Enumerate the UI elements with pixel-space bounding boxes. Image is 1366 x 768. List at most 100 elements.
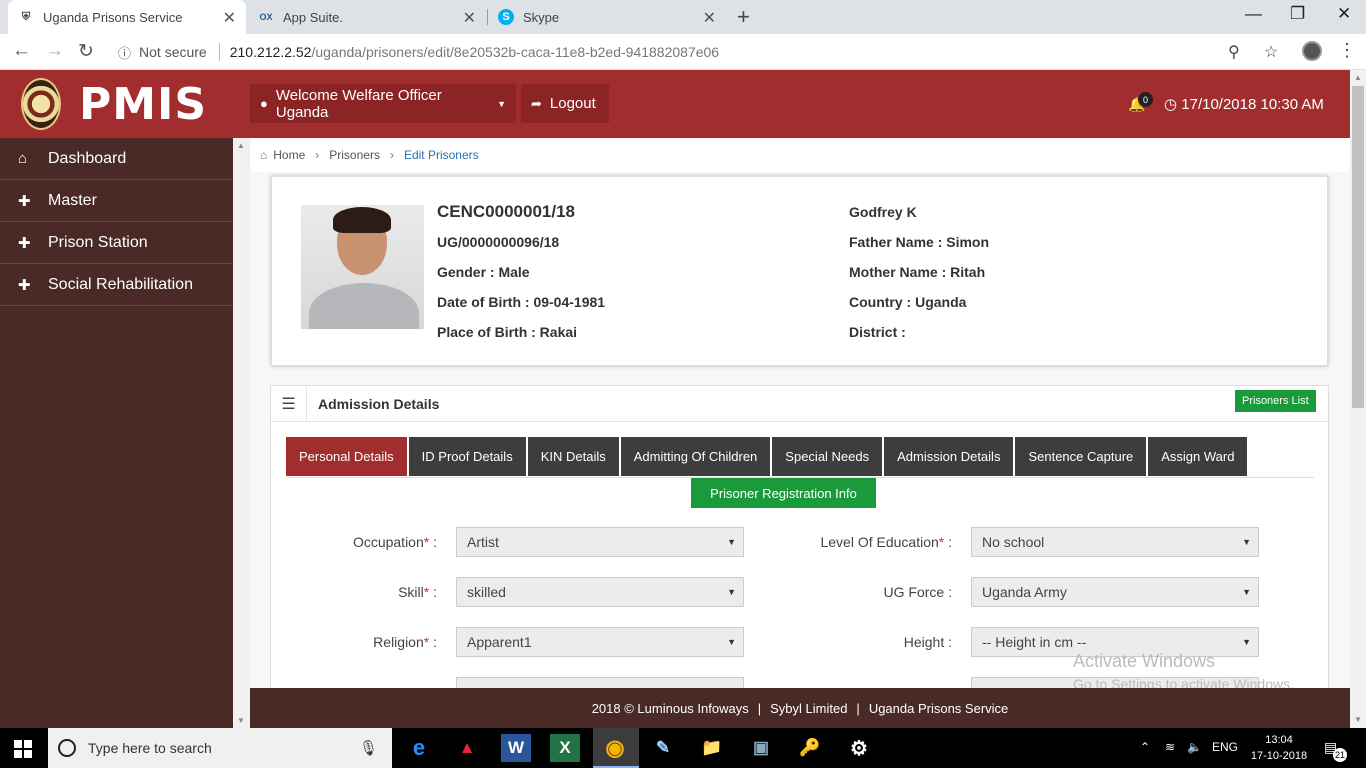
image-viewer-icon[interactable]: ▣ <box>746 734 776 762</box>
close-icon[interactable]: ✕ <box>463 8 476 28</box>
tab-assign-ward[interactable]: Assign Ward <box>1148 437 1248 476</box>
education-label: Level Of Education* : <box>820 534 952 550</box>
settings-gear-icon[interactable]: ⚙ <box>844 734 874 762</box>
occupation-select[interactable]: Artist ▼ <box>456 527 744 557</box>
notification-count-badge: 21 <box>1333 748 1347 762</box>
chrome-icon[interactable]: ◉ <box>600 734 630 762</box>
religion-select[interactable]: Apparent1 ▼ <box>456 627 744 657</box>
back-icon[interactable]: ← <box>12 40 31 62</box>
ug-force-value: Uganda Army <box>982 584 1067 600</box>
info-icon[interactable]: ⓘ <box>118 43 131 62</box>
key-icon[interactable]: 🔑 <box>795 734 825 762</box>
browser-tab-skype[interactable]: S Skype ✕ <box>488 0 726 34</box>
network-icon[interactable]: ≋ <box>1165 740 1175 754</box>
logout-button[interactable]: ➦ Logout <box>521 84 609 123</box>
close-icon[interactable]: ✕ <box>223 8 236 28</box>
page-scrollbar[interactable]: ▲ ▼ <box>1350 70 1366 728</box>
breadcrumb-home[interactable]: Home <box>273 148 305 162</box>
breadcrumb: ⌂ Home › Prisoners › Edit Prisoners <box>250 138 1350 172</box>
close-icon[interactable]: ✕ <box>703 8 716 28</box>
mother-name: Mother Name : Ritah <box>849 264 986 280</box>
brand-name: PMIS <box>79 78 208 130</box>
tab-kin-details[interactable]: KIN Details <box>527 437 619 476</box>
tab-sentence-capture[interactable]: Sentence Capture <box>1015 437 1147 476</box>
taskbar-clock[interactable]: 13:04 17-10-2018 <box>1250 732 1308 764</box>
scroll-down-icon[interactable]: ▼ <box>1354 715 1362 724</box>
browser-tab-bar: ⛨ Uganda Prisons Service ✕ OX App Suite.… <box>0 0 1366 34</box>
caret-down-icon: ▼ <box>727 587 736 597</box>
plus-icon: ✚ <box>18 192 31 210</box>
ug-force-select[interactable]: Uganda Army ▼ <box>971 577 1259 607</box>
tab-admitting-of-children[interactable]: Admitting Of Children <box>620 437 771 476</box>
clock-date: 17-10-2018 <box>1250 750 1308 762</box>
word-icon[interactable]: W <box>501 734 531 762</box>
url-host: 210.212.2.52 <box>229 44 312 60</box>
forward-icon[interactable]: → <box>45 40 64 62</box>
notification-badge: 0 <box>1138 92 1153 107</box>
photo-hair <box>333 207 391 233</box>
footer: 2018 © Luminous Infoways | Sybyl Limited… <box>250 688 1350 728</box>
browser-tab-uganda-prisons[interactable]: ⛨ Uganda Prisons Service ✕ <box>8 0 246 34</box>
scrollbar-thumb[interactable] <box>1352 86 1364 408</box>
watermark-subtitle: Go to Settings to activate Windows. <box>1073 676 1294 688</box>
volume-icon[interactable]: 🔈 <box>1187 740 1202 754</box>
footer-divider: | <box>757 700 762 716</box>
sidebar-item-label: Social Rehabilitation <box>48 275 193 293</box>
prisoner-photo <box>301 205 424 329</box>
plus-icon: ✚ <box>18 234 31 252</box>
url-bar[interactable]: ⓘ Not secure 210.212.2.52 /uganda/prison… <box>108 37 1290 67</box>
maximize-icon[interactable]: ❐ <box>1290 4 1305 24</box>
file-explorer-icon[interactable]: 📁 <box>697 734 727 762</box>
skill-select[interactable]: skilled ▼ <box>456 577 744 607</box>
microphone-icon[interactable]: 🎙 <box>359 739 378 757</box>
sidebar-item-dashboard[interactable]: ⌂ Dashboard <box>0 138 233 180</box>
scroll-down-icon[interactable]: ▼ <box>237 716 245 725</box>
notes-icon[interactable]: ✎ <box>648 734 678 762</box>
tab-admission-details[interactable]: Admission Details <box>884 437 1014 476</box>
tab-personal-details[interactable]: Personal Details <box>286 437 407 476</box>
education-label-text: Level Of Education <box>820 534 939 550</box>
window-close-icon[interactable]: ✕ <box>1337 4 1351 24</box>
key-icon[interactable]: ⚲ <box>1228 42 1240 62</box>
sidebar-item-social-rehabilitation[interactable]: ✚ Social Rehabilitation <box>0 264 233 306</box>
content-scrollbar[interactable]: ▲ ▼ <box>233 138 250 728</box>
breadcrumb-current: Edit Prisoners <box>403 148 479 162</box>
home-icon: ⌂ <box>18 150 28 167</box>
profile-avatar[interactable] <box>1302 41 1322 61</box>
language-indicator[interactable]: ENG <box>1212 740 1238 754</box>
new-tab-button[interactable]: + <box>737 4 750 30</box>
welcome-user-dropdown[interactable]: ● Welcome Welfare Officer Uganda ▼ <box>250 84 516 123</box>
sidebar-item-prison-station[interactable]: ✚ Prison Station <box>0 222 233 264</box>
prisoner-profile-card: CENC0000001/18 UG/0000000096/18 Gender :… <box>271 176 1328 366</box>
chevron-up-icon[interactable]: ⌃ <box>1140 740 1150 754</box>
taskbar-search[interactable]: Type here to search 🎙 <box>48 728 392 768</box>
more-vertical-icon[interactable]: ⋮ <box>1338 40 1356 61</box>
search-placeholder: Type here to search <box>88 740 212 756</box>
windows-start-icon[interactable] <box>14 740 32 758</box>
app-colorful-icon[interactable]: ▲ <box>452 734 482 762</box>
chevron-right-icon: › <box>389 148 394 162</box>
tab-id-proof-details[interactable]: ID Proof Details <box>408 437 526 476</box>
caret-down-icon: ▼ <box>1242 637 1251 647</box>
edge-icon[interactable]: e <box>404 734 434 762</box>
menu-icon[interactable]: ☰ <box>271 386 307 421</box>
education-select[interactable]: No school ▼ <box>971 527 1259 557</box>
prisoner-name: Godfrey K <box>849 204 917 220</box>
scroll-up-icon[interactable]: ▲ <box>1354 73 1362 82</box>
reload-icon[interactable]: ↻ <box>78 40 94 63</box>
prisoners-list-button[interactable]: Prisoners List <box>1235 390 1316 412</box>
sidebar: ⌂ Dashboard ✚ Master ✚ Prison Station ✚ … <box>0 138 233 728</box>
skill-label: Skill* : <box>398 584 437 600</box>
minimize-icon[interactable]: — <box>1245 4 1262 24</box>
excel-icon[interactable]: X <box>550 734 580 762</box>
tab-special-needs[interactable]: Special Needs <box>772 437 883 476</box>
bookmark-star-icon[interactable]: ☆ <box>1264 42 1278 62</box>
scroll-up-icon[interactable]: ▲ <box>237 141 245 150</box>
activate-windows-watermark: Activate Windows Go to Settings to activ… <box>1073 651 1294 688</box>
sidebar-item-master[interactable]: ✚ Master <box>0 180 233 222</box>
next-field-select[interactable] <box>456 677 744 688</box>
browser-tab-app-suite[interactable]: OX App Suite. ✕ <box>248 0 486 34</box>
registration-info-button[interactable]: Prisoner Registration Info <box>691 478 876 508</box>
logo[interactable]: PMIS <box>0 70 233 138</box>
breadcrumb-prisoners[interactable]: Prisoners <box>329 148 380 162</box>
